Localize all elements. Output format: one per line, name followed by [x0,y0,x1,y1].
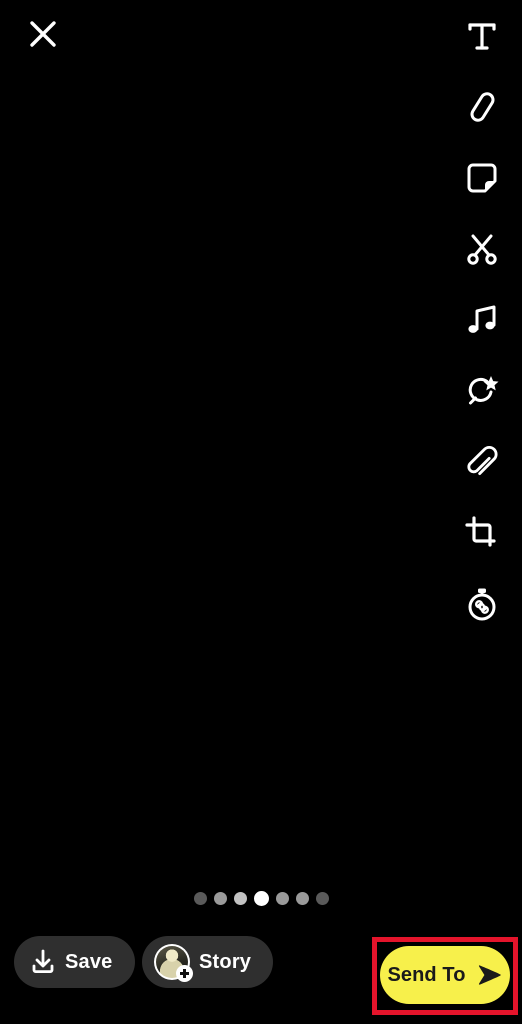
tool-sticker[interactable] [454,150,510,206]
page-dot[interactable] [275,892,289,905]
scissors-icon [467,234,497,265]
send-to-label: Send To [387,963,466,986]
music-note-icon [468,305,496,333]
paperclip-icon [467,446,498,476]
pencil-draw-icon [470,92,495,122]
download-icon [32,949,54,973]
tool-timer[interactable] [454,576,510,632]
crop-icon [465,516,496,547]
text-tool-icon [468,23,496,50]
pagination-dots[interactable] [0,891,522,906]
page-dot[interactable] [295,892,309,905]
magic-star-icon [468,376,499,405]
sticker-icon [467,163,497,193]
tool-draw[interactable] [454,79,510,135]
timer-infinity-icon [468,588,496,621]
send-arrow-icon [478,965,501,985]
avatar-add-icon [154,944,193,982]
plus-badge-icon [176,965,193,982]
tool-crop[interactable] [454,505,510,561]
save-button-label: Save [65,950,113,973]
close-button[interactable] [18,9,68,59]
send-to-button[interactable]: Send To [380,946,510,1004]
page-dot[interactable] [315,892,329,905]
tool-text[interactable] [454,8,510,64]
close-x-icon [30,21,56,47]
tool-rail [442,0,522,647]
page-dot[interactable] [193,892,207,905]
snap-preview-screen: Save Story Send To [0,0,522,1024]
page-dot[interactable] [213,892,227,905]
story-button-label: Story [199,950,252,973]
tool-cutout[interactable] [454,221,510,277]
page-dot[interactable] [233,892,247,905]
save-button[interactable]: Save [14,936,135,988]
page-dot-active[interactable] [253,891,269,906]
tool-lens[interactable] [454,363,510,419]
tool-attach[interactable] [454,434,510,490]
story-button[interactable]: Story [142,936,274,988]
tool-music[interactable] [454,292,510,348]
